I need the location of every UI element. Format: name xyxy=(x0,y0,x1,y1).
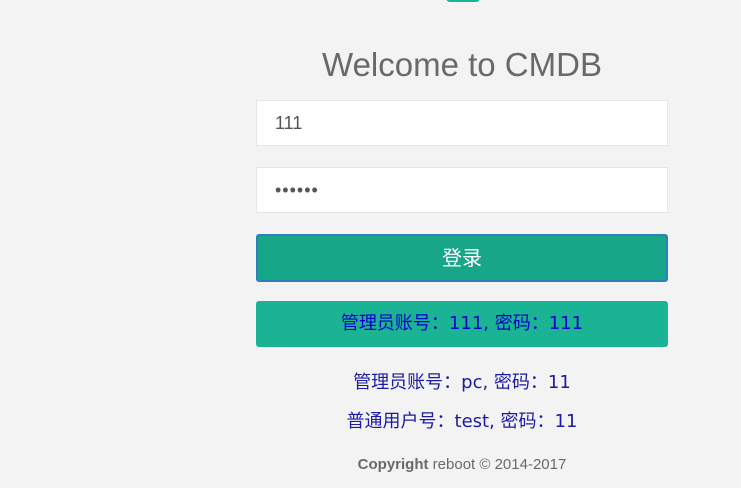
admin-account-button[interactable]: 管理员账号：111, 密码：111 xyxy=(256,301,668,347)
admin-account-hint: 管理员账号：pc, 密码：11 xyxy=(353,372,571,393)
password-input[interactable] xyxy=(256,167,668,213)
copyright-text: reboot © 2014-2017 xyxy=(432,456,567,473)
login-page: Welcome to CMDB 登录 管理员账号：111, 密码：111 管理员… xyxy=(0,0,741,488)
copyright: Copyright reboot © 2014-2017 xyxy=(256,456,668,473)
login-button[interactable]: 登录 xyxy=(256,234,668,282)
username-input[interactable] xyxy=(256,100,668,146)
page-title: Welcome to CMDB xyxy=(322,46,602,83)
user-account-hint: 普通用户号：test, 密码：11 xyxy=(346,411,578,432)
logo-icon xyxy=(446,0,480,2)
copyright-label: Copyright xyxy=(357,456,429,473)
